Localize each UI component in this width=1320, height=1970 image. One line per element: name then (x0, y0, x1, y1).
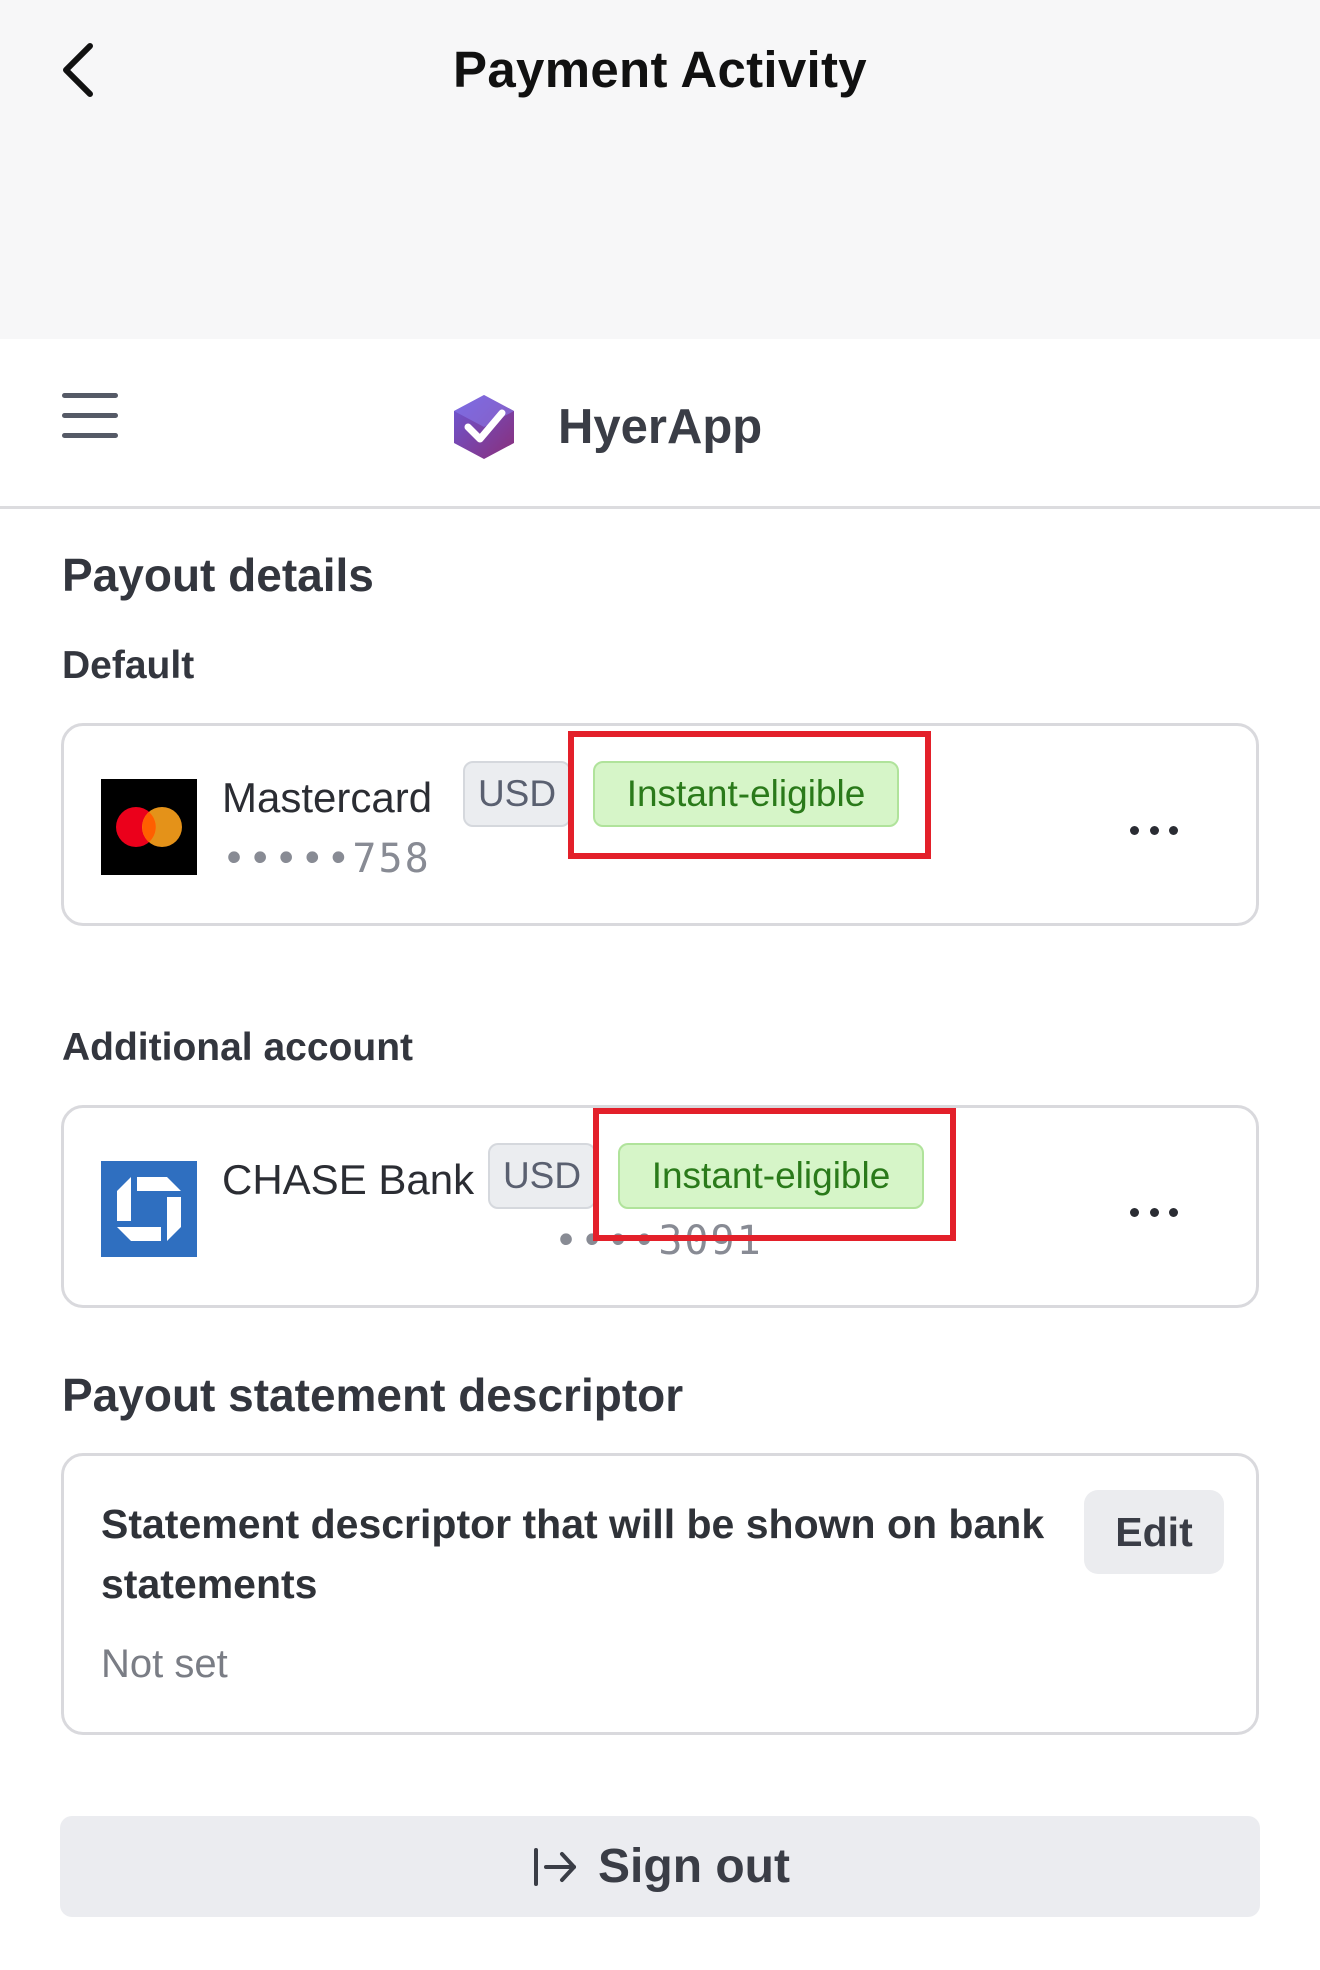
more-options-button[interactable] (1130, 820, 1178, 840)
descriptor-card: Statement descriptor that will be shown … (61, 1453, 1259, 1735)
nav-header: Payment Activity (0, 0, 1320, 339)
default-label: Default (62, 644, 195, 687)
more-horizontal-icon (1130, 825, 1139, 835)
sign-out-icon (534, 1847, 577, 1886)
more-options-button[interactable] (1130, 1202, 1178, 1222)
payout-details-title: Payout details (62, 549, 374, 601)
currency-badge: USD (488, 1143, 596, 1209)
highlight-box (593, 1108, 956, 1241)
app-bar: HyerApp (0, 339, 1320, 509)
currency-badge: USD (463, 761, 571, 827)
sign-out-button[interactable]: Sign out (60, 1816, 1260, 1917)
masked-account-number: •••••758 (222, 836, 431, 882)
shield-check-logo-icon (454, 395, 514, 459)
account-name: Mastercard (222, 774, 433, 821)
hamburger-menu-icon (62, 393, 118, 438)
mastercard-logo-icon (101, 779, 197, 875)
edit-button[interactable]: Edit (1084, 1490, 1224, 1574)
brand: HyerApp (448, 387, 762, 467)
descriptor-status: Not set (101, 1642, 228, 1686)
additional-account-label: Additional account (62, 1026, 413, 1069)
more-horizontal-icon (1130, 1207, 1139, 1217)
account-name: CHASE Bank (222, 1156, 475, 1203)
highlight-box (568, 731, 931, 859)
brand-name: HyerApp (558, 400, 763, 454)
statement-descriptor-title: Payout statement descriptor (62, 1369, 684, 1421)
menu-button[interactable] (62, 393, 118, 443)
descriptor-description: Statement descriptor that will be shown … (101, 1501, 1045, 1607)
chase-logo-icon (101, 1161, 197, 1257)
sign-out-label: Sign out (598, 1840, 790, 1893)
page-title: Payment Activity (453, 41, 867, 98)
